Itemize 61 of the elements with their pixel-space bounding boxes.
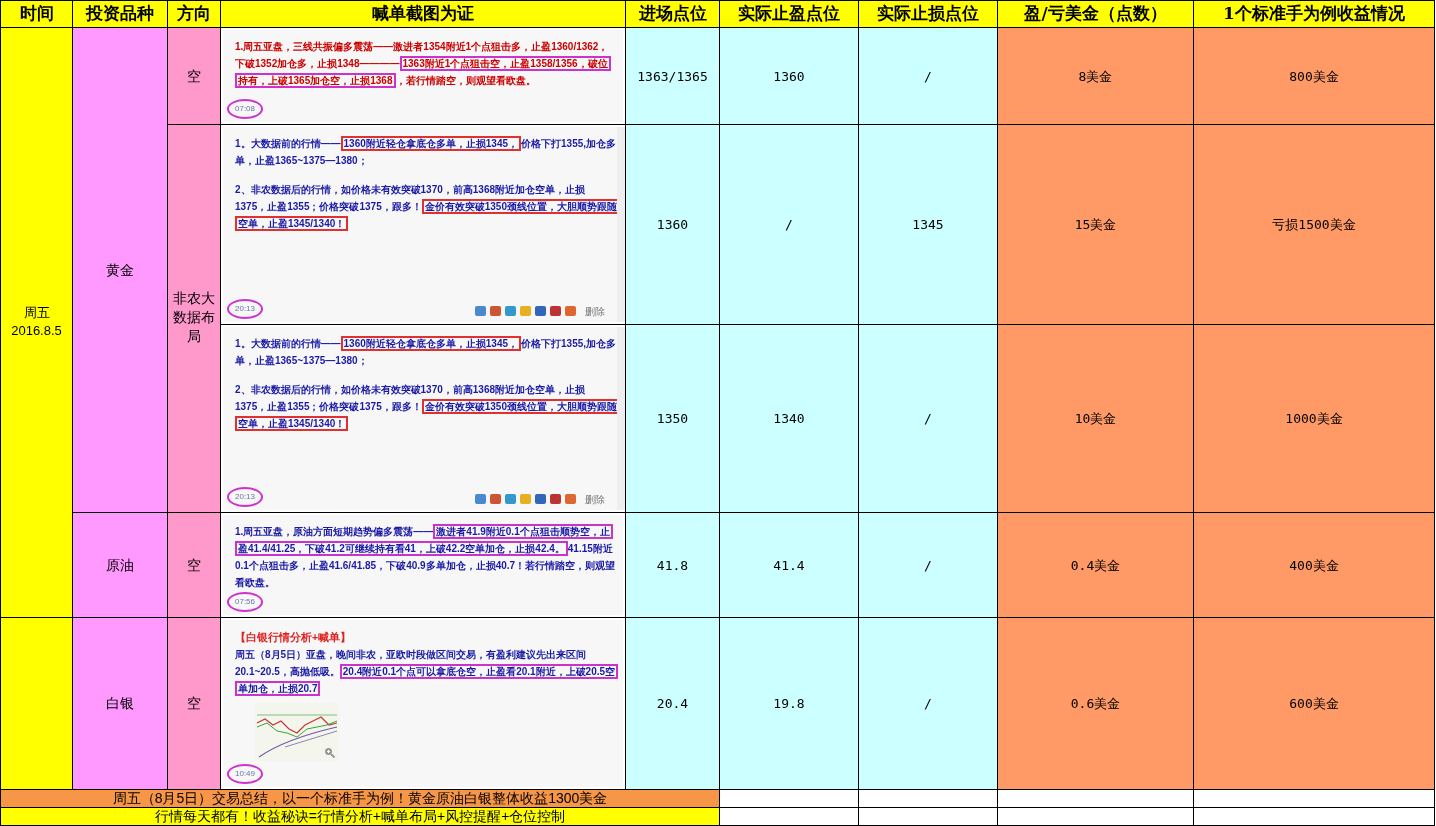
table-cell: 400美金 [1289,557,1339,573]
timestamp: 07:08 [227,98,264,119]
timestamp: 10:49 [227,763,264,784]
table-cell: 19.8 [773,696,805,711]
timestamp: 07:56 [227,591,264,612]
table-cell: 1363/1365 [637,68,708,84]
table-cell: 41.4 [773,557,805,573]
table-cell: / [785,217,793,232]
column-header: 喊单截图为证 [372,3,474,23]
table-cell: 20.4 [656,696,689,711]
column-header: 实际止盈点位 [738,3,840,23]
table-cell: 0.6美金 [1070,696,1121,711]
table-cell: 1340 [773,411,805,426]
chart-thumbnail[interactable] [255,702,339,761]
column-header: 方向 [177,3,211,23]
delete-link[interactable]: 删除 [585,303,605,319]
table-cell: 1360 [656,217,689,232]
table-cell: 10美金 [1074,411,1117,426]
table-cell: 15美金 [1074,217,1117,232]
column-header: 1个标准手为例收益情况 [1223,3,1405,23]
table-cell: 1350 [656,411,689,426]
direction-label: 空 [187,66,201,86]
post-text: 1。大数据前的行情—— 1360附近轻仓拿底仓多单，止损1345， 价格下打1355,加仓多单，止盈1365~1375—1380； [235,334,617,368]
table-cell: / [924,557,932,573]
post-text: 1.周五亚盘，原油方面短期趋势偏多震荡—— 激进者41.9附近0.1个点狙击顺势空，止盈41.4/41.25，下破41.2可继续持有看41，上破42.2空单加仓，止损42.4。 41.15附近0.1个点狙击多，止盈41.6/41.85，下破40.9多单加仓，止损40.7！若行情踏空，则观望看欧盘。 [235,522,617,590]
asset-name: 原油 [106,556,134,573]
table-cell: / [924,696,932,711]
table-cell: 亏损1500美金 [1272,217,1356,232]
table-cell: 800美金 [1289,68,1339,84]
scrollbar[interactable] [617,126,625,322]
table-cell: 600美金 [1289,696,1339,711]
column-header: 时间 [19,3,54,23]
timestamp: 20:13 [227,486,264,507]
column-header: 投资品种 [86,3,154,23]
post-text: 1.周五亚盘，三线共振偏多震荡——激进者1354附近1个点狙击多，止盈1360/1362，下破1352加仓多，止损1348———— 1363附近1个点狙击空，止盈1358/1356，破位持有，上破1365加仓空，止损1368 ，若行情踏空，则观望看欧盘。 [235,39,612,89]
scrollbar[interactable] [617,326,625,510]
timestamp: 20:13 [227,298,264,319]
table-cell: 8美金 [1078,68,1113,84]
column-header: 进场点位 [638,3,707,23]
table-cell: / [924,68,932,84]
table-cell: 1345 [912,217,944,232]
table-cell: 1360 [773,68,805,84]
summary-text: 周五（8月5日）交易总结，以一个标准手为例！黄金原油白银整体收益1300美金 [112,790,608,806]
date-text: 2016.8.5 [10,322,63,340]
zoom-icon[interactable] [324,746,335,758]
table-cell: 1000美金 [1285,411,1343,426]
direction-label: 非农大数据布局 [172,288,216,346]
asset-name: 白银 [106,695,134,711]
post-text: 1。大数据前的行情—— 1360附近轻仓拿底仓多单，止损1345， 价格下打1355,加仓多单，止盈1365~1375—1380； [235,134,617,168]
direction-label: 空 [187,555,201,575]
column-header: 盈/亏美金（点数） [1024,3,1167,23]
table-cell: / [924,411,932,426]
date-text: 周五 [22,304,51,322]
delete-link[interactable]: 删除 [585,491,605,507]
summary-text: 行情每天都有！收益秘诀=行情分析+喊单布局+风控提醒+仓位控制 [154,808,566,824]
table-cell: 41.8 [656,557,689,573]
asset-name: 黄金 [106,261,134,278]
post-title: 【白银行情分析+喊单】 [235,629,353,645]
table-cell: 0.4美金 [1070,557,1121,573]
column-header: 实际止损点位 [877,3,979,23]
direction-label: 空 [187,694,201,713]
